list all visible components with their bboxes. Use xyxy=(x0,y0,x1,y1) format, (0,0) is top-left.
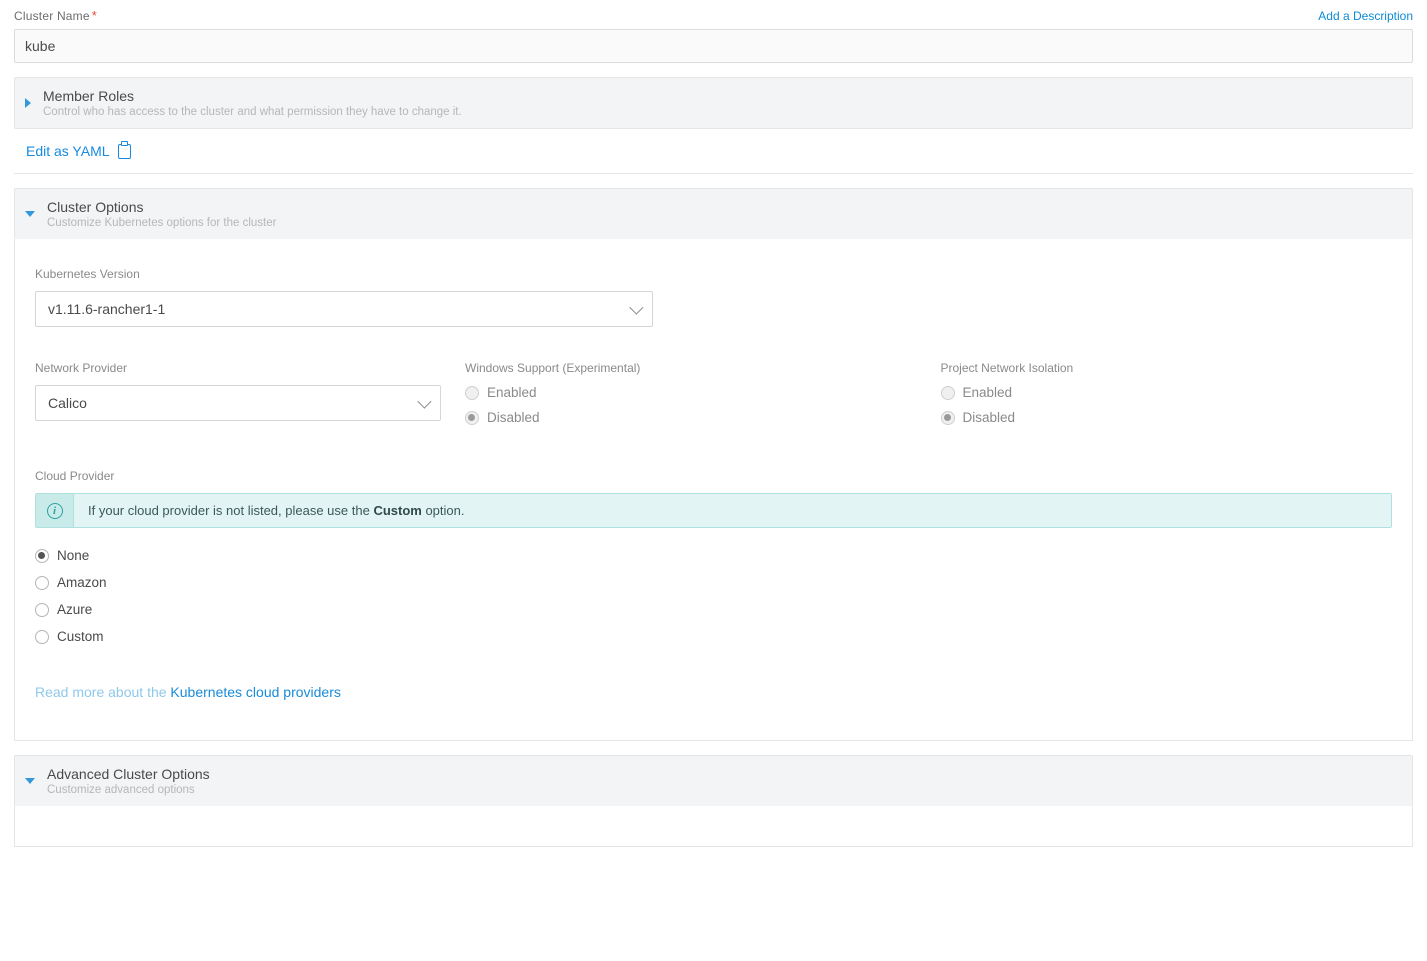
cluster-options-subtitle: Customize Kubernetes options for the clu… xyxy=(47,217,276,229)
read-more-row: Read more about the Kubernetes cloud pro… xyxy=(35,684,1392,700)
radio-icon xyxy=(35,576,49,590)
cluster-name-label-text: Cluster Name xyxy=(14,9,90,23)
k8s-version-label: Kubernetes Version xyxy=(35,267,1392,281)
edit-as-yaml-link[interactable]: Edit as YAML xyxy=(14,143,1413,174)
cloud-provider-label: Cloud Provider xyxy=(35,469,1392,483)
read-more-prefix: Read more about the xyxy=(35,684,170,700)
member-roles-panel[interactable]: Member Roles Control who has access to t… xyxy=(14,77,1413,129)
network-provider-label: Network Provider xyxy=(35,361,441,375)
cluster-name-input[interactable] xyxy=(14,29,1413,63)
k8s-version-select[interactable]: v1.11.6-rancher1-1 xyxy=(35,291,653,327)
member-roles-subtitle: Control who has access to the cluster an… xyxy=(43,106,462,118)
caret-down-icon xyxy=(25,778,35,784)
radio-icon xyxy=(35,603,49,617)
windows-support-enabled-label: Enabled xyxy=(487,385,537,400)
advanced-options-subtitle: Customize advanced options xyxy=(47,784,210,796)
windows-support-disabled-label: Disabled xyxy=(487,410,540,425)
cloud-provider-custom-option[interactable]: Custom xyxy=(35,629,1392,644)
edit-as-yaml-label: Edit as YAML xyxy=(26,143,110,159)
cloud-provider-azure-label: Azure xyxy=(57,602,92,617)
project-isolation-disabled-radio xyxy=(941,411,955,425)
info-text-bold: Custom xyxy=(373,503,421,518)
member-roles-title: Member Roles xyxy=(43,88,462,104)
cloud-provider-none-option[interactable]: None xyxy=(35,548,1392,563)
k8s-version-value: v1.11.6-rancher1-1 xyxy=(48,301,165,317)
windows-support-enabled-radio xyxy=(465,386,479,400)
radio-icon xyxy=(35,549,49,563)
network-provider-value: Calico xyxy=(48,395,87,411)
project-isolation-enabled-radio xyxy=(941,386,955,400)
cloud-provider-azure-option[interactable]: Azure xyxy=(35,602,1392,617)
advanced-options-title: Advanced Cluster Options xyxy=(47,766,210,782)
k8s-cloud-providers-link[interactable]: Kubernetes cloud providers xyxy=(170,684,340,700)
clipboard-icon xyxy=(118,144,131,159)
advanced-cluster-options-panel[interactable]: Advanced Cluster Options Customize advan… xyxy=(14,755,1413,806)
cloud-provider-custom-label: Custom xyxy=(57,629,104,644)
radio-icon xyxy=(35,630,49,644)
cluster-options-panel[interactable]: Cluster Options Customize Kubernetes opt… xyxy=(14,188,1413,239)
cloud-provider-none-label: None xyxy=(57,548,89,563)
info-icon: i xyxy=(47,503,63,519)
info-text-suffix: option. xyxy=(422,503,465,518)
cloud-provider-amazon-option[interactable]: Amazon xyxy=(35,575,1392,590)
project-isolation-disabled-label: Disabled xyxy=(963,410,1016,425)
required-star-icon: * xyxy=(92,8,97,23)
chevron-down-icon xyxy=(417,395,431,409)
advanced-options-body xyxy=(14,806,1413,847)
project-isolation-label: Project Network Isolation xyxy=(941,361,1393,375)
cluster-options-body: Kubernetes Version v1.11.6-rancher1-1 Ne… xyxy=(14,239,1413,741)
info-text-prefix: If your cloud provider is not listed, pl… xyxy=(88,503,373,518)
windows-support-label: Windows Support (Experimental) xyxy=(465,361,917,375)
network-provider-select[interactable]: Calico xyxy=(35,385,441,421)
caret-down-icon xyxy=(25,211,35,217)
cluster-options-title: Cluster Options xyxy=(47,199,276,215)
cluster-name-label: Cluster Name* xyxy=(14,8,97,23)
caret-right-icon xyxy=(25,98,31,108)
chevron-down-icon xyxy=(629,301,643,315)
cloud-provider-info-banner: i If your cloud provider is not listed, … xyxy=(35,493,1392,528)
project-isolation-enabled-label: Enabled xyxy=(963,385,1013,400)
cloud-provider-amazon-label: Amazon xyxy=(57,575,107,590)
add-description-link[interactable]: Add a Description xyxy=(1318,9,1413,23)
windows-support-disabled-radio xyxy=(465,411,479,425)
